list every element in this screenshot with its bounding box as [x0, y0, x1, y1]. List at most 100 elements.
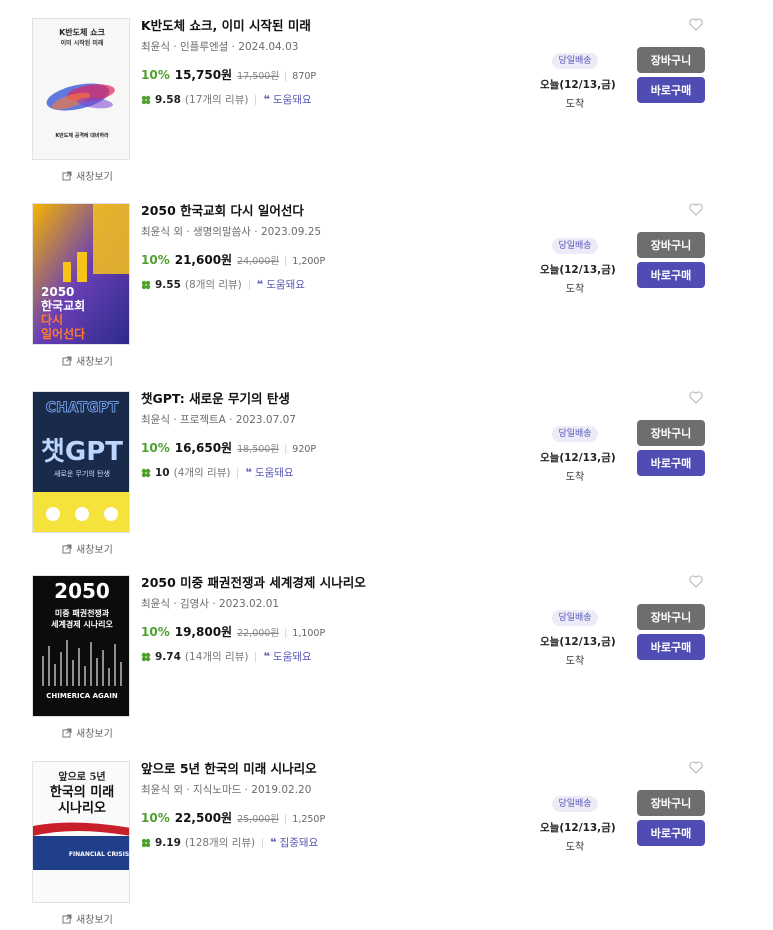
- wishlist-heart-icon[interactable]: [689, 391, 703, 404]
- book-cover-art: 2050 미중 패권전쟁과 세계경제 시나리오 CHIMERICA AGAIN: [33, 576, 129, 716]
- book-item: CHATGPT 챗GPT 새로운 무기의 탄생 새창보기 챗GPT: 새로운 무…: [0, 391, 773, 576]
- preview-link[interactable]: 새창보기: [62, 168, 113, 183]
- review-count[interactable]: (8개의 리뷰): [185, 277, 242, 292]
- review-row: 9.55 (8개의 리뷰) ❝ 도움돼요: [141, 277, 531, 292]
- review-tag: 도움돼요: [254, 467, 294, 479]
- review-divider: [262, 837, 264, 848]
- price-row: 10% 21,600원 24,000원 | 1,200P: [141, 251, 531, 268]
- clover-icon: [141, 468, 151, 477]
- wishlist-heart-icon[interactable]: [689, 575, 703, 588]
- cover-line3: 다시: [41, 312, 63, 327]
- delivery-date: 오늘(12/13,금): [540, 636, 616, 648]
- book-title[interactable]: K반도체 쇼크, 이미 시작된 미래: [141, 18, 531, 34]
- book-cover[interactable]: 2050 미중 패권전쟁과 세계경제 시나리오 CHIMERICA AGAIN: [32, 575, 130, 717]
- book-title[interactable]: 앞으로 5년 한국의 미래 시나리오: [141, 761, 531, 777]
- review-count[interactable]: (128개의 리뷰): [185, 835, 255, 850]
- discount-rate: 10%: [141, 811, 170, 825]
- review-count[interactable]: (17개의 리뷰): [185, 92, 249, 107]
- reward-points: 1,200P: [292, 256, 326, 267]
- preview-link[interactable]: 새창보기: [62, 911, 113, 926]
- cover-subtitle: 한국교회: [41, 298, 85, 313]
- arrive-label: 도착: [565, 472, 585, 483]
- delivery-badge: 당일배송: [552, 53, 598, 69]
- preview-link[interactable]: 새창보기: [62, 541, 113, 556]
- book-title[interactable]: 2050 미중 패권전쟁과 세계경제 시나리오: [141, 575, 531, 591]
- clover-icon: [141, 95, 151, 104]
- new-window-icon: [62, 544, 72, 554]
- discount-rate: 10%: [141, 441, 170, 455]
- sale-price: 15,750원: [174, 68, 233, 82]
- book-info: 2050 미중 패권전쟁과 세계경제 시나리오 최윤식 · 김영사 · 2023…: [141, 575, 531, 664]
- delivery-info: 당일배송 오늘(12/13,금) 도착: [540, 48, 616, 110]
- sale-price: 22,500원: [174, 811, 233, 825]
- arrive-label: 도착: [565, 284, 585, 295]
- review-divider: [255, 94, 257, 105]
- buy-now-button[interactable]: 바로구매: [637, 77, 705, 103]
- add-to-cart-button[interactable]: 장바구니: [637, 420, 705, 446]
- cover-bottom-text: K반도체 공격에 대비하라: [55, 132, 109, 139]
- buy-now-button[interactable]: 바로구매: [637, 450, 705, 476]
- wishlist-heart-icon[interactable]: [689, 203, 703, 216]
- cover-line3: 시나리오: [58, 800, 106, 816]
- review-divider: [255, 651, 257, 662]
- review-tag: 집중돼요: [279, 837, 319, 849]
- book-title[interactable]: 챗GPT: 새로운 무기의 탄생: [141, 391, 531, 407]
- delivery-info: 당일배송 오늘(12/13,금) 도착: [540, 605, 616, 667]
- original-price: 18,500원: [237, 444, 280, 455]
- arrive-label: 도착: [565, 842, 585, 853]
- price-row: 10% 15,750원 17,500원 | 870P: [141, 66, 531, 83]
- book-cover-art: K반도체 쇼크 이미 시작된 미래 K반도체 공격에 대비하라: [33, 19, 129, 159]
- arrive-label: 도착: [565, 656, 585, 667]
- review-row: 9.58 (17개의 리뷰) ❝ 도움돼요: [141, 92, 531, 107]
- original-price: 24,000원: [237, 256, 280, 267]
- book-item: K반도체 쇼크 이미 시작된 미래 K반도체 공격에 대비하라 새창보기 K반도…: [0, 18, 773, 203]
- book-cover[interactable]: 앞으로 5년 한국의 미래 시나리오 FINANCIAL CRISIS: [32, 761, 130, 903]
- price-separator: |: [284, 628, 288, 639]
- add-to-cart-button[interactable]: 장바구니: [637, 232, 705, 258]
- add-to-cart-button[interactable]: 장바구니: [637, 790, 705, 816]
- wishlist-heart-icon[interactable]: [689, 761, 703, 774]
- preview-label: 새창보기: [76, 545, 113, 556]
- buy-now-button[interactable]: 바로구매: [637, 634, 705, 660]
- price-row: 10% 16,650원 18,500원 | 920P: [141, 439, 531, 456]
- review-divider: [248, 279, 250, 290]
- rating-score: 9.19: [155, 836, 181, 849]
- original-price: 17,500원: [237, 71, 280, 82]
- cover-title: 2050: [41, 285, 74, 299]
- sale-price: 19,800원: [174, 625, 233, 639]
- new-window-icon: [62, 914, 72, 924]
- add-to-cart-button[interactable]: 장바구니: [637, 604, 705, 630]
- quote-icon: ❝: [263, 650, 270, 663]
- quote-icon: ❝: [256, 278, 264, 291]
- wishlist-heart-icon[interactable]: [689, 18, 703, 31]
- book-cover[interactable]: CHATGPT 챗GPT 새로운 무기의 탄생: [32, 391, 130, 533]
- book-title[interactable]: 2050 한국교회 다시 일어선다: [141, 203, 531, 219]
- book-item: 2050 한국교회 다시 일어선다 새창보기 2050 한국교회 다시 일어선다…: [0, 203, 773, 388]
- preview-label: 새창보기: [76, 172, 113, 183]
- book-meta: 최윤식 외 · 생명의말씀사 · 2023.09.25: [141, 226, 322, 238]
- buy-now-button[interactable]: 바로구매: [637, 820, 705, 846]
- delivery-date: 오늘(12/13,금): [540, 264, 616, 276]
- new-window-icon: [62, 356, 72, 366]
- book-cover[interactable]: K반도체 쇼크 이미 시작된 미래 K반도체 공격에 대비하라: [32, 18, 130, 160]
- buy-now-button[interactable]: 바로구매: [637, 262, 705, 288]
- clover-icon: [141, 280, 151, 289]
- discount-rate: 10%: [141, 68, 170, 82]
- review-count[interactable]: (4개의 리뷰): [174, 465, 231, 480]
- rating-score: 10: [155, 466, 170, 479]
- price-separator: |: [284, 444, 288, 455]
- preview-link[interactable]: 새창보기: [62, 353, 113, 368]
- quote-icon: ❝: [270, 836, 277, 849]
- quote-icon: ❝: [245, 466, 252, 479]
- cover-subtitle: 챗GPT: [41, 437, 123, 467]
- rating-score: 9.74: [155, 650, 181, 663]
- book-list: K반도체 쇼크 이미 시작된 미래 K반도체 공격에 대비하라 새창보기 K반도…: [0, 0, 773, 930]
- delivery-date: 오늘(12/13,금): [540, 822, 616, 834]
- cover-line4: CHIMERICA AGAIN: [46, 692, 118, 700]
- add-to-cart-button[interactable]: 장바구니: [637, 47, 705, 73]
- review-row: 9.74 (14개의 리뷰) ❝ 도움돼요: [141, 649, 531, 664]
- book-meta: 최윤식 · 김영사 · 2023.02.01: [141, 598, 280, 610]
- book-cover[interactable]: 2050 한국교회 다시 일어선다: [32, 203, 130, 345]
- review-count[interactable]: (14개의 리뷰): [185, 649, 249, 664]
- preview-link[interactable]: 새창보기: [62, 725, 113, 740]
